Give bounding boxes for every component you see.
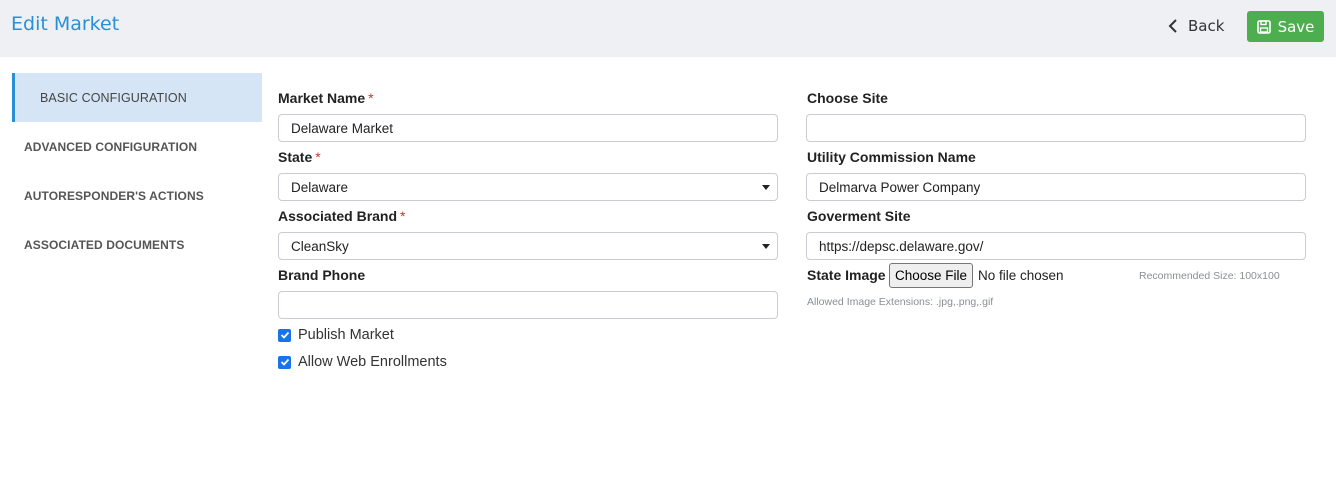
brand-phone-input[interactable] [278,291,778,319]
caret-down-icon [762,185,770,190]
recommended-size-hint: Recommended Size: 100x100 [1139,270,1280,282]
sidebar-item-advanced-configuration[interactable]: ADVANCED CONFIGURATION [12,122,262,171]
sidebar-nav: BASIC CONFIGURATION ADVANCED CONFIGURATI… [12,73,262,269]
sidebar-item-basic-configuration[interactable]: BASIC CONFIGURATION [12,73,262,122]
sidebar-item-label: ADVANCED CONFIGURATION [24,139,198,154]
sidebar-item-associated-documents[interactable]: ASSOCIATED DOCUMENTS [12,220,262,269]
allow-web-enrollments-checkbox[interactable]: Allow Web Enrollments [278,354,447,370]
market-name-label: Market Name * [278,90,374,106]
required-marker: * [400,208,406,224]
state-label: State * [278,149,321,165]
allowed-extensions-hint: Allowed Image Extensions: .jpg,.png,.gif [807,296,994,308]
utility-commission-name-input[interactable]: Delmarva Power Company [806,173,1306,201]
required-marker: * [368,90,374,106]
state-select[interactable]: Delaware [278,173,778,201]
save-icon [1256,19,1271,34]
choose-site-label: Choose Site [807,90,888,106]
market-name-input[interactable]: Delaware Market [278,114,778,142]
associated-brand-label: Associated Brand * [278,208,406,224]
sidebar-item-label: AUTORESPONDER'S ACTIONS [24,188,204,203]
caret-down-icon [762,244,770,249]
sidebar-item-label: ASSOCIATED DOCUMENTS [24,237,185,252]
government-site-input[interactable]: https://depsc.delaware.gov/ [806,232,1306,260]
publish-market-checkbox[interactable]: Publish Market [278,327,394,343]
save-button[interactable]: Save [1247,11,1324,42]
associated-brand-select[interactable]: CleanSky [278,232,778,260]
top-bar: Edit Market Back Save [0,0,1336,57]
back-label: Back [1188,17,1225,35]
save-label: Save [1277,17,1315,36]
allow-web-enrollments-label: Allow Web Enrollments [298,354,447,370]
brand-phone-label: Brand Phone [278,267,366,283]
state-image-label: State Image [807,267,886,283]
utility-commission-name-label: Utility Commission Name [807,149,976,165]
choose-site-input[interactable] [806,114,1306,142]
back-button[interactable]: Back [1168,14,1224,38]
sidebar-item-autoresponders-actions[interactable]: AUTORESPONDER'S ACTIONS [12,171,262,220]
required-marker: * [315,149,321,165]
sidebar-item-label: BASIC CONFIGURATION [40,90,187,105]
file-status: No file chosen [978,268,1064,283]
chevron-left-icon [1168,19,1178,33]
page-title: Edit Market [11,13,120,35]
choose-file-button[interactable]: Choose File [889,263,973,288]
checkbox-checked-icon[interactable] [278,355,291,369]
government-site-label: Goverment Site [807,208,911,224]
publish-market-label: Publish Market [298,327,394,343]
checkbox-checked-icon[interactable] [278,328,291,342]
